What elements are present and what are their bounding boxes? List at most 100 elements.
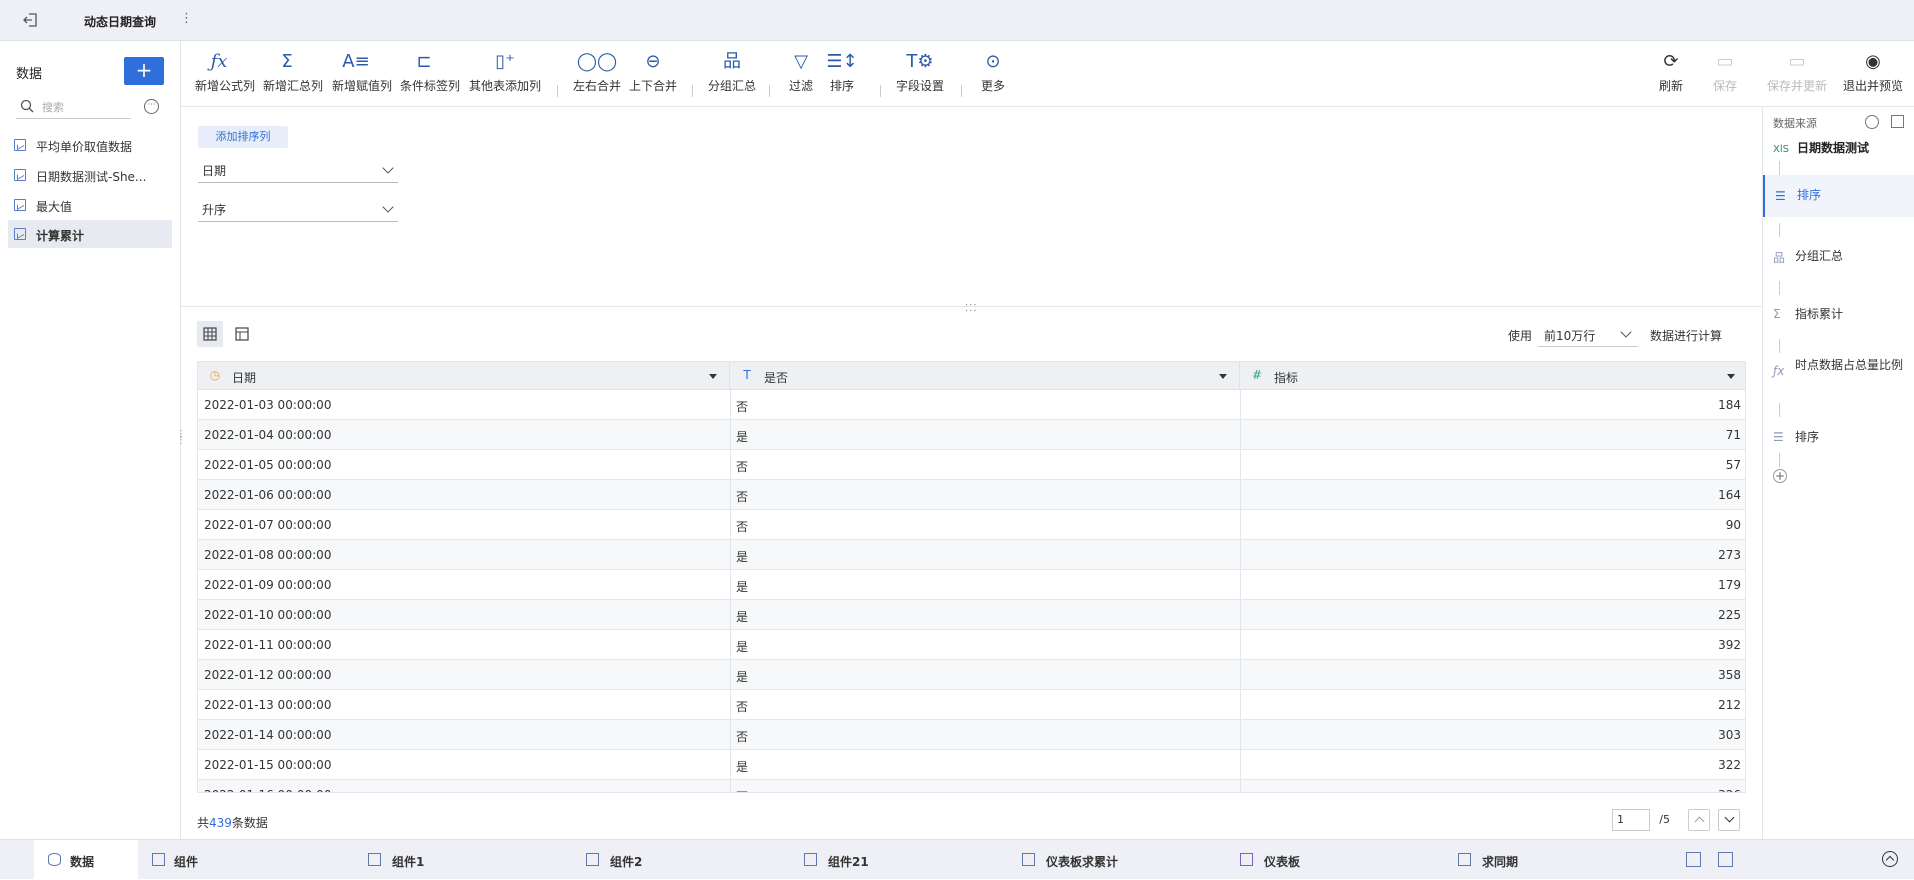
metric-cell: 179: [1718, 578, 1741, 592]
tab-component-1[interactable]: 组件1: [356, 840, 574, 880]
tab-component-2[interactable]: 组件2: [574, 840, 792, 880]
save-button[interactable]: ▭ 保存: [1709, 41, 1741, 107]
dataset-icon: [14, 199, 26, 211]
merge-lr-icon: ◯◯: [576, 51, 618, 72]
layout-view-button[interactable]: [229, 321, 255, 347]
add-component-icon[interactable]: [1686, 852, 1701, 867]
date-cell: 2022-01-07 00:00:00: [204, 518, 332, 532]
table-row[interactable]: 2022-01-16 00:00:00 否 326: [198, 780, 1745, 792]
grid-view-button[interactable]: [197, 321, 223, 347]
page-input[interactable]: 1: [1612, 809, 1650, 831]
merge-up-down-button[interactable]: ⊖ 上下合并: [629, 41, 677, 107]
data-source-file[interactable]: XlS 日期数据测试: [1773, 139, 1869, 156]
table-row[interactable]: 2022-01-04 00:00:00 是 71: [198, 420, 1745, 450]
column-header-yesno[interactable]: T 是否: [730, 362, 1240, 390]
tab-dashboard[interactable]: 仪表板: [1228, 840, 1446, 880]
step-sort-2[interactable]: ☰ 排序: [1763, 430, 1914, 450]
table-row[interactable]: 2022-01-10 00:00:00 是 225: [198, 600, 1745, 630]
date-cell: 2022-01-09 00:00:00: [204, 578, 332, 592]
yesno-cell: 否: [736, 400, 749, 414]
metric-cell: 322: [1718, 758, 1741, 772]
merge-left-right-button[interactable]: ◯◯ 左右合并: [573, 41, 621, 107]
metric-cell: 225: [1718, 608, 1741, 622]
row-limit-control: 使用 前10万行 数据进行计算: [1482, 321, 1722, 347]
table-row[interactable]: 2022-01-03 00:00:00 否 184: [198, 390, 1745, 420]
table-row[interactable]: 2022-01-15 00:00:00 是 322: [198, 750, 1745, 780]
table-row[interactable]: 2022-01-05 00:00:00 否 57: [198, 450, 1745, 480]
add-summary-column-button[interactable]: Σ 新增汇总列: [263, 41, 323, 107]
more-button[interactable]: ⊙ 更多: [977, 41, 1009, 107]
add-dashboard-icon[interactable]: [1718, 852, 1733, 867]
table-row[interactable]: 2022-01-07 00:00:00 否 90: [198, 510, 1745, 540]
sort-field-select[interactable]: 日期: [198, 157, 398, 183]
panel-resize-handle[interactable]: ⁚⁚⁚: [965, 303, 978, 314]
tab-year-over-year[interactable]: 求同期: [1446, 840, 1664, 880]
tab-component-21[interactable]: 组件21: [792, 840, 1010, 880]
exit-icon[interactable]: [22, 11, 42, 29]
table-row[interactable]: 2022-01-13 00:00:00 否 212: [198, 690, 1745, 720]
yesno-cell: 是: [736, 430, 749, 444]
sidebar-more-icon[interactable]: ···: [144, 99, 159, 114]
sidebar-item-avg-price[interactable]: 平均单价取值数据: [8, 131, 172, 159]
step-ratio[interactable]: ƒx 时点数据占总量比例: [1763, 358, 1914, 392]
add-column-from-table-button[interactable]: ▯⁺ 其他表添加列: [469, 41, 541, 107]
step-metric-cumulative[interactable]: Σ 指标累计: [1763, 307, 1914, 327]
table-row[interactable]: 2022-01-14 00:00:00 否 303: [198, 720, 1745, 750]
table-row[interactable]: 2022-01-08 00:00:00 是 273: [198, 540, 1745, 570]
save-and-update-button[interactable]: ▭ 保存并更新: [1765, 41, 1829, 107]
table-row[interactable]: 2022-01-12 00:00:00 是 358: [198, 660, 1745, 690]
sidebar-item-date-sheet[interactable]: 日期数据测试-She...: [8, 161, 172, 189]
sort-button[interactable]: ☰↕ 排序: [826, 41, 858, 107]
add-step-icon[interactable]: +: [1773, 469, 1787, 483]
more-options-icon[interactable]: ⋮: [180, 11, 193, 26]
history-icon[interactable]: [1865, 115, 1879, 129]
sidebar-item-max[interactable]: 最大值: [8, 191, 172, 219]
step-sort-1[interactable]: ☰ 排序: [1763, 175, 1914, 217]
table-row[interactable]: 2022-01-11 00:00:00 是 392: [198, 630, 1745, 660]
assign-icon: A≡: [342, 51, 370, 72]
dataset-icon: [14, 139, 26, 151]
sigma-icon: Σ: [1773, 307, 1781, 321]
next-page-button[interactable]: [1718, 809, 1740, 831]
dropdown-arrow-icon[interactable]: [1219, 374, 1227, 379]
column-divider: [1240, 780, 1241, 792]
search-placeholder: 搜索: [42, 101, 64, 114]
exit-and-preview-button[interactable]: ◉ 退出并预览: [1841, 41, 1905, 107]
metric-cell: 90: [1725, 518, 1741, 532]
tab-dashboard-cumulative[interactable]: 仪表板求累计: [1010, 840, 1228, 880]
conditional-tag-column-button[interactable]: ⊏ 条件标签列: [400, 41, 460, 107]
column-header-metric[interactable]: # 指标: [1240, 362, 1745, 390]
step-group-summary[interactable]: 品 分组汇总: [1763, 249, 1914, 269]
group-summary-button[interactable]: 品 分组汇总: [708, 41, 756, 107]
tab-data[interactable]: 数据: [34, 840, 138, 880]
column-divider: [730, 510, 731, 540]
table-row[interactable]: 2022-01-09 00:00:00 是 179: [198, 570, 1745, 600]
date-cell: 2022-01-04 00:00:00: [204, 428, 332, 442]
prev-page-button[interactable]: [1688, 809, 1710, 831]
row-limit-select[interactable]: 前10万行: [1538, 321, 1638, 347]
search-input[interactable]: 搜索: [16, 95, 131, 119]
table-row[interactable]: 2022-01-06 00:00:00 否 164: [198, 480, 1745, 510]
column-divider: [1240, 570, 1241, 600]
date-cell: 2022-01-06 00:00:00: [204, 488, 332, 502]
filter-button[interactable]: ▽ 过滤: [785, 41, 817, 107]
dropdown-arrow-icon[interactable]: [709, 374, 717, 379]
add-formula-column-button[interactable]: ƒx 新增公式列: [195, 41, 255, 107]
sidebar-item-cumulative[interactable]: 计算累计: [8, 220, 172, 248]
refresh-button[interactable]: ⟳ 刷新: [1655, 41, 1687, 107]
sort-order-select[interactable]: 升序: [198, 196, 398, 222]
collapse-icon[interactable]: [1882, 851, 1898, 867]
chart-icon: [1458, 853, 1471, 866]
add-assign-column-button[interactable]: A≡ 新增赋值列: [332, 41, 392, 107]
dropdown-arrow-icon[interactable]: [1727, 374, 1735, 379]
add-data-button[interactable]: +: [124, 57, 164, 85]
column-divider: [1240, 630, 1241, 660]
yesno-cell: 否: [736, 490, 749, 504]
field-settings-button[interactable]: T⚙ 字段设置: [894, 41, 946, 107]
layout-toggle-icon[interactable]: [1891, 115, 1904, 128]
save-update-icon: ▭: [1788, 51, 1806, 72]
add-sort-column-button[interactable]: 添加排序列: [198, 126, 288, 148]
tab-component[interactable]: 组件: [138, 840, 356, 880]
column-header-date[interactable]: ◷ 日期: [198, 362, 730, 390]
dataset-icon: [14, 169, 26, 181]
